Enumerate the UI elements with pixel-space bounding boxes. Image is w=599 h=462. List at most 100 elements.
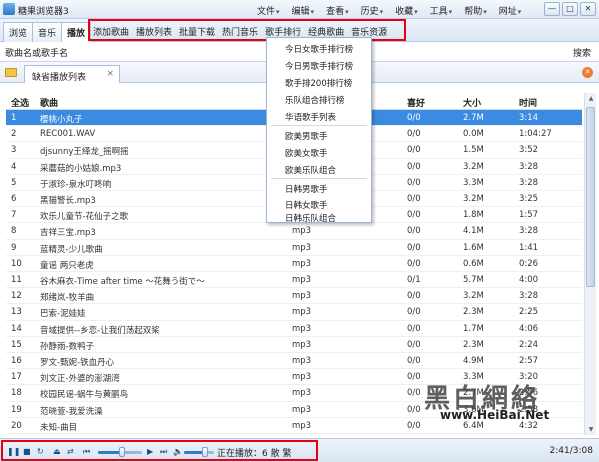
file-size: 3.3M	[463, 177, 484, 188]
song-title: 樱桃小丸子	[40, 115, 83, 125]
dropdown-item[interactable]: 今日男歌手排行榜	[285, 60, 353, 72]
row-index: 1	[11, 113, 17, 123]
row-index: 13	[11, 307, 22, 318]
menu-edit[interactable]: 编辑	[292, 4, 315, 17]
table-row[interactable]: 11 谷木麻衣-Time after time ～花舞う街で～ mp3 0/1 5.7M…	[6, 272, 582, 289]
menu-file[interactable]: 文件	[257, 4, 280, 17]
song-title: 孙静雨-数鸭子	[40, 341, 95, 352]
close-button[interactable]: ✕	[580, 2, 596, 16]
dropdown-item[interactable]: 日韩乐队组合	[285, 212, 336, 224]
like-count: 0/0	[407, 291, 421, 302]
file-size: 2.3M	[463, 339, 484, 350]
like-column-header[interactable]: 喜好	[407, 96, 425, 109]
like-count: 0/0	[407, 129, 421, 140]
like-count: 0/0	[407, 339, 421, 350]
like-count: 0/0	[407, 323, 421, 334]
table-row[interactable]: 8 吉祥三宝.mp3 mp3 0/0 4.1M 3:28	[6, 223, 582, 240]
file-size: 1.8M	[463, 210, 484, 221]
close-all-tabs-icon[interactable]: ✕	[582, 67, 593, 78]
row-index: 5	[11, 177, 17, 188]
row-index: 17	[11, 372, 22, 383]
duration: 3:28	[519, 291, 539, 302]
file-size: 3.2M	[463, 291, 484, 302]
size-column-header[interactable]: 大小	[463, 96, 481, 109]
file-size: 2.3M	[463, 307, 484, 318]
dropdown-item[interactable]: 歌手排200排行榜	[285, 77, 352, 89]
file-type: mp3	[292, 307, 312, 318]
table-row[interactable]: 15 孙静雨-数鸭子 mp3 0/0 2.3M 2:24	[6, 337, 582, 353]
song-title: 郑绪岚-牧羊曲	[40, 293, 95, 304]
tab-close-icon[interactable]: ×	[106, 69, 114, 79]
menu-view[interactable]: 查看	[326, 4, 349, 17]
like-count: 0/0	[407, 194, 421, 204]
tab-browse[interactable]: 浏览	[3, 22, 34, 43]
table-row[interactable]: 10 童谣 两只老虎 mp3 0/0 0.6M 0:26	[6, 256, 582, 272]
tab-default-playlist[interactable]: 缺省播放列表 ×	[24, 65, 120, 83]
watermark-url: www.HeiBai.Net	[440, 408, 550, 422]
menu-url[interactable]: 网址	[499, 4, 522, 17]
time-column-header[interactable]: 时间	[519, 96, 537, 109]
scroll-down-icon[interactable]: ▼	[585, 424, 597, 435]
window-title: 糖果浏览器3	[18, 7, 69, 17]
highlight-box-player	[1, 440, 318, 461]
song-title: djsunny王绎龙_摇啊摇	[40, 147, 129, 158]
folder-icon[interactable]	[5, 68, 17, 77]
scroll-up-icon[interactable]: ▲	[585, 93, 597, 104]
song-title: 谷木麻衣-Time after time ～花舞う街で～	[40, 277, 205, 287]
file-size: 1.5M	[463, 145, 484, 156]
like-count: 0/0	[407, 420, 421, 431]
dropdown-item[interactable]: 日韩男歌手	[285, 183, 328, 195]
table-row[interactable]: 16 罗文-甄妮-铁血丹心 mp3 0/0 4.9M 2:57	[6, 353, 582, 370]
duration: 1:41	[519, 242, 539, 253]
table-row[interactable]: 9 蓝精灵-少儿歌曲 mp3 0/0 1.6M 1:41	[6, 240, 582, 256]
song-title: 黑猫警长.mp3	[40, 196, 96, 206]
search-button[interactable]: 搜索	[573, 46, 591, 59]
song-column-header[interactable]: 歌曲	[40, 96, 58, 109]
like-count: 0/0	[407, 145, 421, 156]
duration: 1:04:27	[519, 129, 552, 140]
singer-ranking-dropdown: 今日女歌手排行榜 今日男歌手排行榜 歌手排200排行榜 乐队组合排行榜 华语歌手…	[266, 37, 372, 224]
row-index: 10	[11, 258, 22, 269]
minimize-button[interactable]: —	[544, 2, 560, 16]
song-title: 欢乐儿童节-花仙子之歌	[40, 212, 129, 223]
dropdown-item[interactable]: 欧美乐队组合	[285, 164, 336, 176]
like-count: 0/0	[407, 210, 421, 221]
file-type: mp3	[292, 226, 312, 237]
duration: 3:28	[519, 226, 539, 237]
song-title: 蓝精灵-少儿歌曲	[40, 244, 103, 255]
tab-play[interactable]: 播放	[61, 22, 92, 43]
like-count: 0/1	[407, 275, 421, 285]
table-row[interactable]: 13 巴索-泥娃娃 mp3 0/0 2.3M 2:25	[6, 304, 582, 321]
row-index: 2	[11, 129, 17, 140]
tab-music[interactable]: 音乐	[32, 22, 63, 43]
song-title: 巴索-泥娃娃	[40, 309, 86, 320]
table-row[interactable]: 14 音域提供--乡恋-让我们荡起双桨 mp3 0/0 1.7M 4:06	[6, 321, 582, 337]
row-index: 6	[11, 194, 17, 204]
select-all-header[interactable]: 全选	[11, 96, 29, 109]
duration: 3:28	[519, 161, 539, 172]
dropdown-item[interactable]: 华语歌手列表	[285, 111, 336, 123]
menu-favorites[interactable]: 收藏	[395, 4, 418, 17]
scrollbar-thumb[interactable]	[586, 107, 595, 287]
dropdown-item[interactable]: 欧美男歌手	[285, 130, 328, 142]
file-size: 4.9M	[463, 356, 484, 366]
song-title: 采蘑菇的小姑娘.mp3	[40, 163, 122, 174]
dropdown-item[interactable]: 今日女歌手排行榜	[285, 43, 353, 55]
menu-history[interactable]: 历史	[361, 4, 384, 17]
row-index: 14	[11, 323, 22, 334]
like-count: 0/0	[407, 356, 421, 366]
duration: 3:14	[519, 113, 539, 123]
search-input[interactable]: 歌曲名或歌手名	[5, 46, 68, 59]
dropdown-item[interactable]: 乐队组合排行榜	[285, 94, 345, 106]
maximize-button[interactable]: □	[562, 2, 578, 16]
menu-tools[interactable]: 工具	[430, 4, 453, 17]
row-index: 9	[11, 242, 17, 253]
table-row[interactable]: 12 郑绪岚-牧羊曲 mp3 0/0 3.2M 3:28	[6, 288, 582, 305]
dropdown-item[interactable]: 日韩女歌手	[285, 199, 328, 211]
menu-help[interactable]: 帮助	[464, 4, 487, 17]
row-index: 18	[11, 388, 22, 399]
dropdown-item[interactable]: 欧美女歌手	[285, 147, 328, 159]
file-size: 3.2M	[463, 161, 484, 172]
vertical-scrollbar[interactable]: ▲ ▼	[584, 93, 596, 435]
song-title: 罗文-甄妮-铁血丹心	[40, 358, 115, 368]
